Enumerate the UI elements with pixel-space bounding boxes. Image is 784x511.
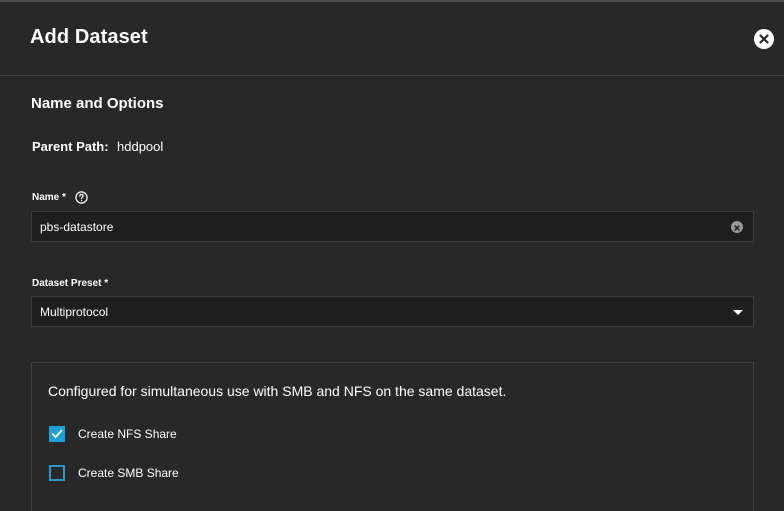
close-button[interactable] [754, 29, 774, 49]
section-title: Name and Options [31, 95, 164, 112]
clear-icon[interactable] [731, 221, 743, 233]
help-icon[interactable] [75, 191, 88, 204]
preset-description: Configured for simultaneous use with SMB… [48, 383, 507, 399]
name-input[interactable]: pbs-datastore [31, 211, 754, 242]
create-smb-share-label: Create SMB Share [78, 466, 179, 480]
close-icon [759, 34, 769, 44]
checkbox-checked[interactable] [49, 426, 65, 442]
create-nfs-share-label: Create NFS Share [78, 427, 177, 441]
chevron-down-icon [733, 310, 743, 315]
parent-path-label: Parent Path: [32, 139, 109, 154]
preset-config-panel: Configured for simultaneous use with SMB… [31, 362, 754, 511]
name-input-value: pbs-datastore [40, 220, 114, 234]
checkbox-unchecked[interactable] [49, 465, 65, 481]
check-icon [51, 429, 63, 439]
dialog-header: Add Dataset [0, 2, 784, 76]
dialog-title: Add Dataset [30, 26, 148, 48]
name-label: Name * [32, 192, 66, 203]
dataset-preset-select[interactable]: Multiprotocol [31, 296, 754, 327]
dataset-preset-label: Dataset Preset * [32, 278, 109, 289]
dataset-preset-value: Multiprotocol [40, 305, 109, 319]
parent-path-value: hddpool [117, 139, 164, 154]
